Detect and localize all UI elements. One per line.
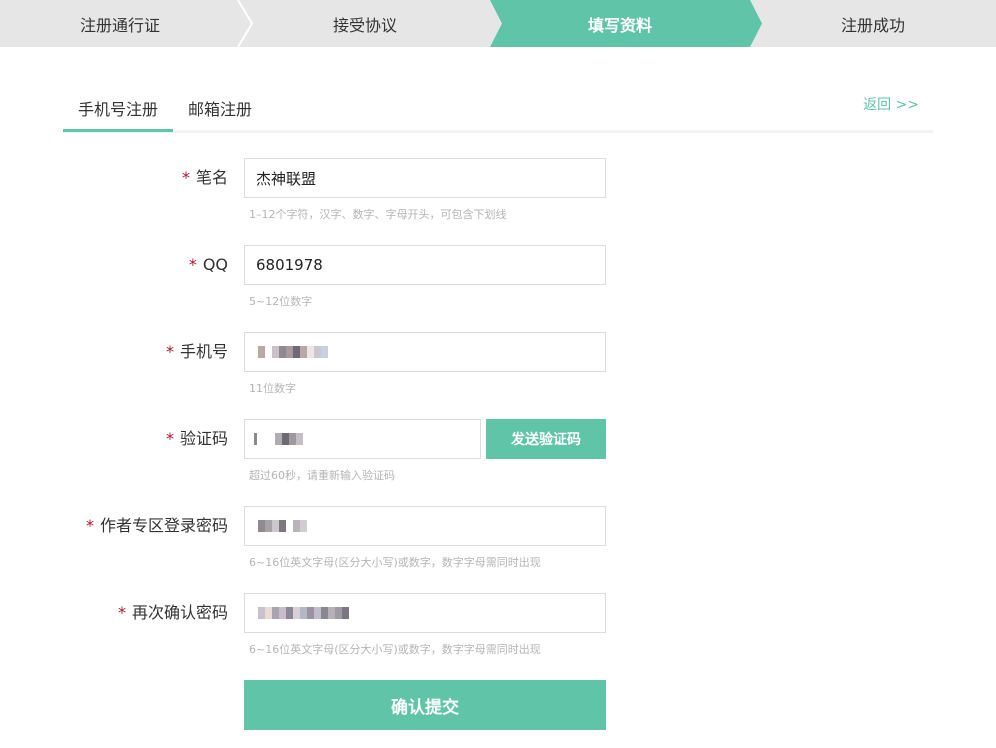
required-mark: * [165, 342, 174, 361]
form-row-password: * 作者专区登录密码 6~16位英文字母(区分大小写)或数字，数字字母需同时出现 [0, 506, 996, 569]
phone-label: * 手机号 [166, 332, 228, 372]
required-mark: * [165, 429, 174, 448]
confirm-password-label-text: 再次确认密码 [131, 603, 228, 622]
step-fill-info: 填写资料 [587, 15, 652, 35]
password-hint: 6~16位英文字母(区分大小写)或数字，数字字母需同时出现 [249, 556, 541, 569]
tab-email-register[interactable]: 邮箱注册 [188, 96, 252, 120]
tab-phone-register[interactable]: 手机号注册 [78, 96, 158, 120]
qq-input[interactable] [244, 245, 606, 285]
form-row-phone: * 手机号 11位数字 [0, 332, 996, 395]
qq-label-text: QQ [202, 255, 228, 274]
confirm-password-label: * 再次确认密码 [118, 593, 228, 633]
pen-name-hint: 1–12个字符，汉字、数字、字母开头，可包含下划线 [249, 208, 507, 221]
password-redacted-mosaic [258, 520, 307, 532]
form-row-verification-code: * 验证码 发送验证码 超过60秒，请重新输入验证码 [0, 419, 996, 482]
form-row-pen-name: * 笔名 1–12个字符，汉字、数字、字母开头，可包含下划线 [0, 158, 996, 221]
password-label: * 作者专区登录密码 [86, 506, 228, 546]
active-tab-indicator [63, 129, 173, 132]
pen-name-label-text: 笔名 [195, 168, 228, 187]
phone-redacted-mosaic [258, 346, 328, 358]
back-link[interactable]: 返回 >> [863, 94, 919, 114]
required-mark: * [181, 168, 190, 187]
step-accept-agreement: 接受协议 [332, 15, 397, 35]
register-method-tabs: 手机号注册 邮箱注册 返回 >> [63, 80, 933, 133]
confirm-password-redacted-mosaic [258, 607, 349, 619]
registration-steps: 注册通行证 接受协议 填写资料 注册成功 [0, 0, 996, 47]
form-row-confirm-password: * 再次确认密码 6~16位英文字母(区分大小写)或数字，数字字母需同时出现 [0, 593, 996, 656]
confirm-password-hint: 6~16位英文字母(区分大小写)或数字，数字字母需同时出现 [249, 643, 541, 656]
required-mark: * [117, 603, 126, 622]
step-register-passport: 注册通行证 [79, 15, 160, 35]
required-mark: * [85, 516, 94, 535]
code-redacted-mosaic [254, 433, 303, 445]
step-register-success: 注册成功 [840, 15, 905, 35]
form-row-qq: * QQ 5~12位数字 [0, 245, 996, 308]
pen-name-input[interactable] [244, 158, 606, 198]
qq-label: * QQ [189, 245, 228, 285]
code-label: * 验证码 [166, 419, 228, 459]
code-label-text: 验证码 [179, 429, 228, 448]
confirm-submit-button[interactable]: 确认提交 [244, 680, 606, 730]
password-label-text: 作者专区登录密码 [99, 516, 228, 535]
phone-hint: 11位数字 [249, 382, 296, 395]
qq-hint: 5~12位数字 [249, 295, 313, 308]
pen-name-label: * 笔名 [182, 158, 228, 198]
code-hint: 超过60秒，请重新输入验证码 [249, 469, 395, 482]
phone-label-text: 手机号 [179, 342, 228, 361]
send-code-button[interactable]: 发送验证码 [486, 419, 606, 459]
required-mark: * [188, 255, 197, 274]
